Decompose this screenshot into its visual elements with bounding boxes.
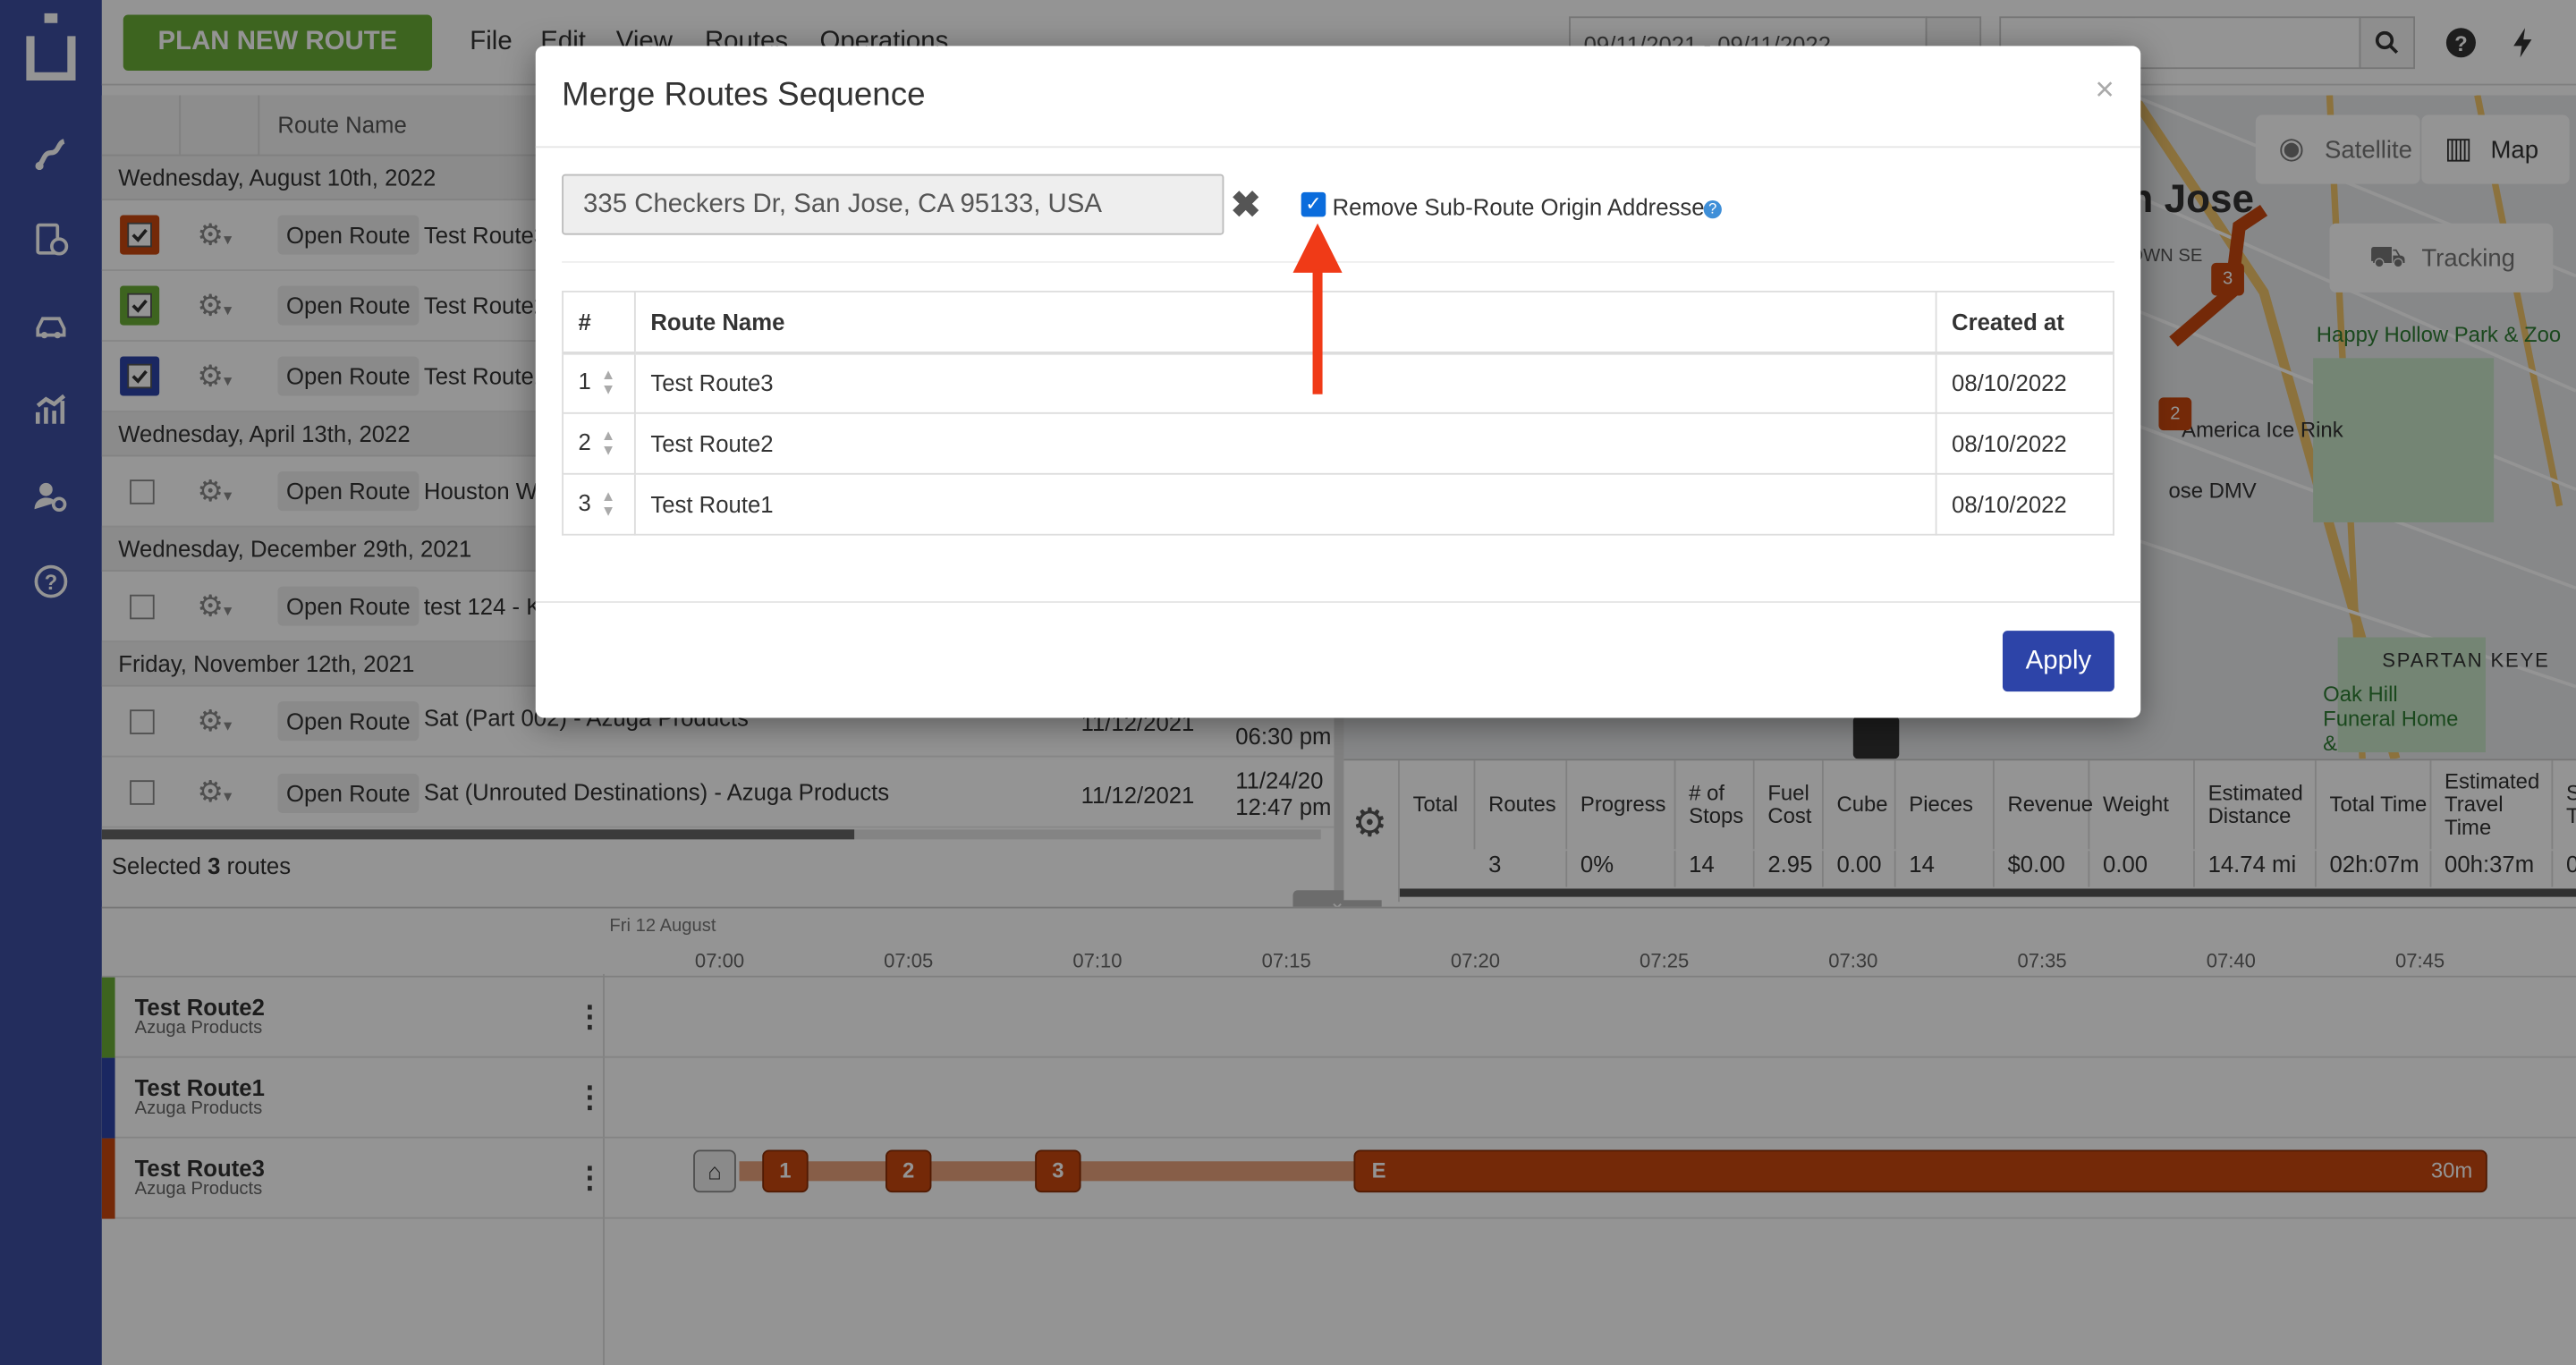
row-number-cell[interactable]: 1 ▲ ▼ bbox=[562, 351, 636, 414]
column-created-at: Created at bbox=[1935, 291, 2114, 354]
row-created-at: 08/10/2022 bbox=[1935, 472, 2114, 536]
row-route-name: Test Route2 bbox=[633, 411, 1937, 475]
help-tooltip-icon[interactable]: ? bbox=[1703, 200, 1722, 219]
clear-address-icon[interactable]: ✖ bbox=[1231, 184, 1261, 227]
reorder-arrows-icon[interactable]: ▲ ▼ bbox=[601, 489, 615, 519]
dialog-title: Merge Routes Sequence bbox=[562, 77, 926, 114]
row-created-at: 08/10/2022 bbox=[1935, 351, 2114, 414]
table-row[interactable]: 2 ▲ ▼ Test Route2 08/10/2022 bbox=[562, 411, 2114, 475]
row-number-cell[interactable]: 2 ▲ ▼ bbox=[562, 411, 636, 475]
row-number-cell[interactable]: 3 ▲ ▼ bbox=[562, 472, 636, 536]
row-created-at: 08/10/2022 bbox=[1935, 411, 2114, 475]
reorder-arrows-icon[interactable]: ▲ ▼ bbox=[601, 368, 615, 398]
app-screen: ? PLAN NEW ROUTE File Edit View Routes O… bbox=[0, 0, 2576, 1365]
row-route-name: Test Route1 bbox=[633, 472, 1937, 536]
origin-address-input[interactable] bbox=[562, 174, 1224, 235]
table-row[interactable]: 3 ▲ ▼ Test Route1 08/10/2022 bbox=[562, 472, 2114, 536]
annotation-arrow-icon bbox=[1292, 223, 1343, 394]
column-route-name: Route Name bbox=[633, 291, 1937, 354]
column-number: # bbox=[562, 291, 636, 354]
remove-origin-checkbox[interactable]: ✓ bbox=[1301, 191, 1326, 217]
close-icon[interactable]: × bbox=[2095, 72, 2114, 110]
apply-button[interactable]: Apply bbox=[2002, 631, 2114, 692]
remove-origin-label: Remove Sub-Route Origin Addresses bbox=[1332, 193, 1716, 221]
row-route-name: Test Route3 bbox=[633, 351, 1937, 414]
reorder-arrows-icon[interactable]: ▲ ▼ bbox=[601, 428, 615, 459]
